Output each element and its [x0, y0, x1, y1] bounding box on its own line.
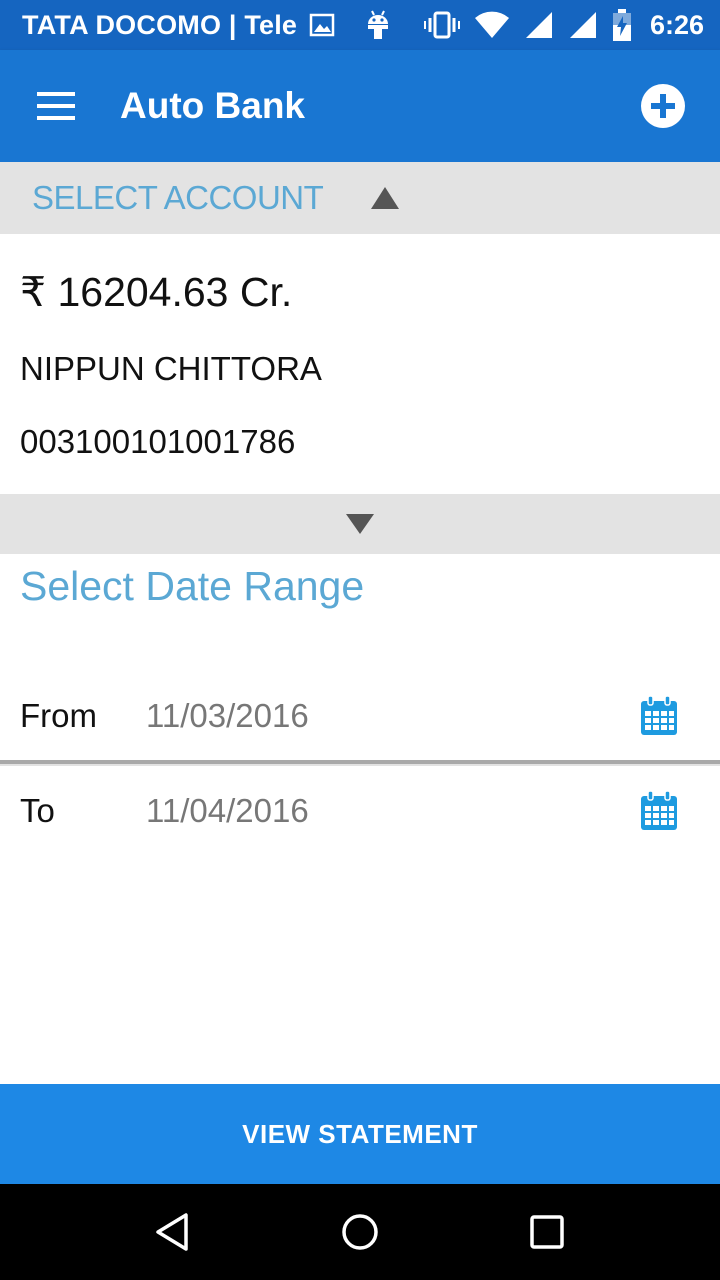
image-icon — [309, 13, 335, 37]
from-date-value: 11/03/2016 — [146, 697, 309, 734]
hamburger-menu-icon — [37, 92, 75, 120]
app-bar: Auto Bank — [0, 50, 720, 162]
view-statement-button[interactable]: VIEW STATEMENT — [0, 1084, 720, 1184]
home-button[interactable] — [320, 1192, 400, 1272]
status-icons: 6:26 — [423, 9, 704, 41]
menu-button[interactable] — [0, 50, 112, 162]
recents-icon — [529, 1215, 564, 1249]
carrier-name: TATA DOCOMO | Tele — [22, 9, 298, 40]
vibrate-icon — [423, 10, 460, 40]
expand-arrow-icon — [346, 514, 374, 534]
app-title: Auto Bank — [120, 85, 305, 126]
from-label: From — [20, 697, 97, 734]
status-bar: TATA DOCOMO | Tele 6:26 — [0, 0, 720, 50]
select-account-header[interactable]: SELECT ACCOUNT — [0, 162, 720, 234]
account-holder-name: NIPPUN CHITTORA — [20, 350, 322, 387]
collapse-arrow-icon — [371, 187, 400, 209]
add-circle-icon[interactable] — [640, 83, 686, 129]
clock: 6:26 — [649, 9, 704, 40]
battery-charging-icon — [612, 9, 632, 41]
signal-icon — [524, 10, 554, 40]
to-date-row[interactable]: To 11/04/2016 — [0, 764, 720, 856]
recents-button[interactable] — [507, 1192, 587, 1272]
account-number: 003100101001786 — [20, 423, 296, 460]
account-balance: ₹ 16204.63 Cr. — [20, 269, 293, 315]
signal-icon — [568, 10, 598, 40]
calendar-icon[interactable] — [640, 696, 678, 736]
from-date-row[interactable]: From 11/03/2016 — [0, 672, 720, 764]
select-account-label: SELECT ACCOUNT — [32, 179, 324, 216]
to-label: To — [20, 792, 55, 829]
calendar-icon[interactable] — [640, 791, 678, 831]
home-icon — [342, 1214, 378, 1250]
android-icon — [365, 9, 391, 41]
account-details: ₹ 16204.63 Cr. NIPPUN CHITTORA 003100101… — [0, 234, 720, 494]
expand-account-bar[interactable] — [0, 494, 720, 554]
date-range-title: Select Date Range — [20, 563, 365, 609]
back-button[interactable] — [133, 1192, 213, 1272]
back-icon — [156, 1213, 189, 1251]
to-date-value: 11/04/2016 — [146, 792, 309, 829]
system-nav-bar — [0, 1184, 720, 1280]
wifi-icon — [474, 11, 510, 39]
